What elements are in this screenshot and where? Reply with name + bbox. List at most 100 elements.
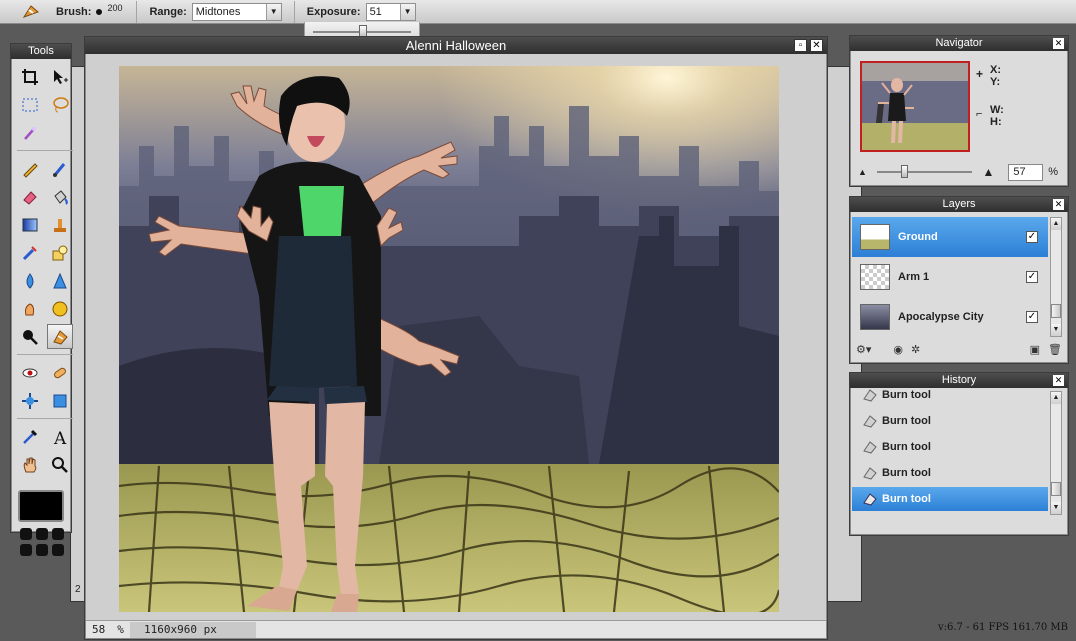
range-label: Range: — [149, 5, 187, 18]
sharpen-tool[interactable] — [47, 268, 73, 293]
exposure-input[interactable]: 51 ▼ — [365, 2, 416, 21]
swatch[interactable] — [52, 528, 64, 540]
image-dimensions: 1160x960 px — [130, 621, 256, 638]
bucket-tool[interactable] — [47, 184, 73, 209]
visibility-checkbox[interactable]: ✓ — [1026, 231, 1038, 243]
marquee-tool[interactable] — [17, 92, 43, 117]
divider — [293, 0, 295, 23]
history-item[interactable]: Burn tool — [852, 409, 1048, 433]
move-tool[interactable] — [47, 64, 73, 89]
layers-title: Layers ✕ — [850, 197, 1068, 212]
dodge-icon — [23, 329, 38, 345]
color-palette-grid[interactable] — [20, 528, 71, 556]
pinch-icon — [53, 394, 67, 407]
history-item[interactable]: Burn tool — [852, 487, 1048, 511]
visibility-checkbox[interactable]: ✓ — [1026, 271, 1038, 283]
smudge-tool[interactable] — [17, 296, 43, 321]
bloat-tool[interactable] — [17, 388, 43, 413]
scroll-up-icon[interactable]: ▲ — [1051, 218, 1061, 230]
zoom-in-icon[interactable]: ▲ — [982, 165, 994, 179]
history-scrollbar[interactable]: ▲ ▼ — [1050, 391, 1062, 515]
lasso-tool[interactable] — [47, 92, 73, 117]
scroll-down-icon[interactable]: ▼ — [1051, 324, 1061, 336]
range-select[interactable]: Midtones ▼ — [191, 2, 282, 21]
navigator-title-text: Navigator — [935, 37, 983, 49]
sponge-tool[interactable] — [47, 296, 73, 321]
bloat-icon — [22, 392, 38, 409]
scroll-thumb[interactable] — [1051, 482, 1061, 496]
close-icon[interactable]: ✕ — [1053, 199, 1064, 210]
layer-row[interactable]: Arm 1 ✓ — [852, 257, 1048, 297]
background-window-text: 2 — [75, 584, 81, 595]
close-icon[interactable]: ✕ — [810, 39, 823, 52]
navigator-zoom-input[interactable]: 57 — [1008, 163, 1044, 181]
drawing-tool[interactable] — [47, 240, 73, 265]
history-item[interactable]: Burn tool — [852, 389, 1048, 407]
visibility-checkbox[interactable]: ✓ — [1026, 311, 1038, 323]
slider-thumb[interactable] — [900, 165, 908, 178]
eraser-tool[interactable] — [17, 184, 43, 209]
new-layer-icon[interactable]: ▣ — [1030, 343, 1040, 356]
swatch[interactable] — [20, 528, 32, 540]
tools-panel: Tools A — [10, 43, 73, 556]
navigator-zoom-slider[interactable] — [876, 165, 973, 178]
blur-tool[interactable] — [17, 268, 43, 293]
scroll-down-icon[interactable]: ▼ — [1051, 502, 1061, 514]
layer-name: Apocalypse City — [898, 311, 984, 323]
burn-tool-icon — [862, 440, 878, 454]
layer-row[interactable]: Apocalypse City ✓ — [852, 297, 1048, 337]
pinch-tool[interactable] — [47, 388, 73, 413]
zoom-field[interactable]: 58 % — [86, 623, 128, 636]
layers-scrollbar[interactable]: ▲ ▼ — [1050, 217, 1062, 337]
stamp-tool[interactable] — [47, 212, 73, 237]
history-item[interactable]: Burn tool — [852, 435, 1048, 459]
swatch[interactable] — [36, 544, 48, 556]
type-tool[interactable]: A — [47, 424, 73, 449]
layers-title-text: Layers — [942, 198, 976, 210]
burn-tool-icon — [862, 414, 878, 428]
scroll-thumb[interactable] — [1051, 304, 1061, 318]
layer-row[interactable]: Ground ✓ — [852, 217, 1048, 257]
dodge-tool[interactable] — [17, 324, 43, 349]
brush-picker[interactable]: 200 — [96, 3, 122, 17]
navigator-coords: + X: Y: ⌐ W: H: — [976, 64, 1004, 128]
trash-icon[interactable]: 🗑 — [1048, 343, 1062, 356]
color-swatch[interactable] — [18, 490, 64, 522]
document-statusbar: 58 % 1160x960 px — [86, 620, 826, 638]
navigator-thumbnail[interactable] — [860, 61, 970, 152]
swatch[interactable] — [36, 528, 48, 540]
swatch[interactable] — [20, 544, 32, 556]
history-item[interactable]: Burn tool — [852, 461, 1048, 485]
burn-tool-icon — [862, 466, 878, 480]
image-canvas[interactable] — [119, 66, 779, 612]
history-label: Burn tool — [882, 415, 931, 427]
options-bar: Brush: 200 Range: Midtones ▼ Exposure: 5… — [0, 0, 1076, 24]
burn-tool-icon[interactable] — [20, 2, 42, 22]
close-icon[interactable]: ✕ — [1053, 375, 1064, 386]
close-icon[interactable]: ✕ — [1053, 38, 1064, 49]
layer-settings-icon[interactable]: ⚙▾ — [856, 343, 871, 356]
color-picker-tool[interactable] — [17, 424, 43, 449]
navigator-preview-image — [862, 63, 968, 150]
color-replace-tool[interactable] — [17, 240, 43, 265]
magic-wand-tool[interactable] — [17, 120, 43, 145]
maximize-icon[interactable]: ▫ — [794, 39, 807, 52]
h-label: H: — [990, 116, 1002, 128]
gradient-tool[interactable] — [17, 212, 43, 237]
spot-heal-tool[interactable] — [47, 360, 73, 385]
brush-tool[interactable] — [47, 156, 73, 181]
scroll-up-icon[interactable]: ▲ — [1051, 392, 1061, 404]
zoom-out-icon[interactable]: ▲ — [858, 167, 867, 177]
hand-tool[interactable] — [17, 452, 43, 477]
layer-mask-icon[interactable]: ◉ — [893, 343, 903, 356]
swatch[interactable] — [52, 544, 64, 556]
zoom-tool[interactable] — [47, 452, 73, 477]
layer-effects-icon[interactable]: ✲ — [911, 343, 920, 356]
artwork-image — [119, 66, 779, 612]
red-eye-tool[interactable] — [17, 360, 43, 385]
crop-tool[interactable] — [17, 64, 43, 89]
pencil-tool[interactable] — [17, 156, 43, 181]
eraser-icon — [23, 190, 37, 205]
w-label: W: — [990, 104, 1004, 116]
burn-tool[interactable] — [47, 324, 73, 349]
